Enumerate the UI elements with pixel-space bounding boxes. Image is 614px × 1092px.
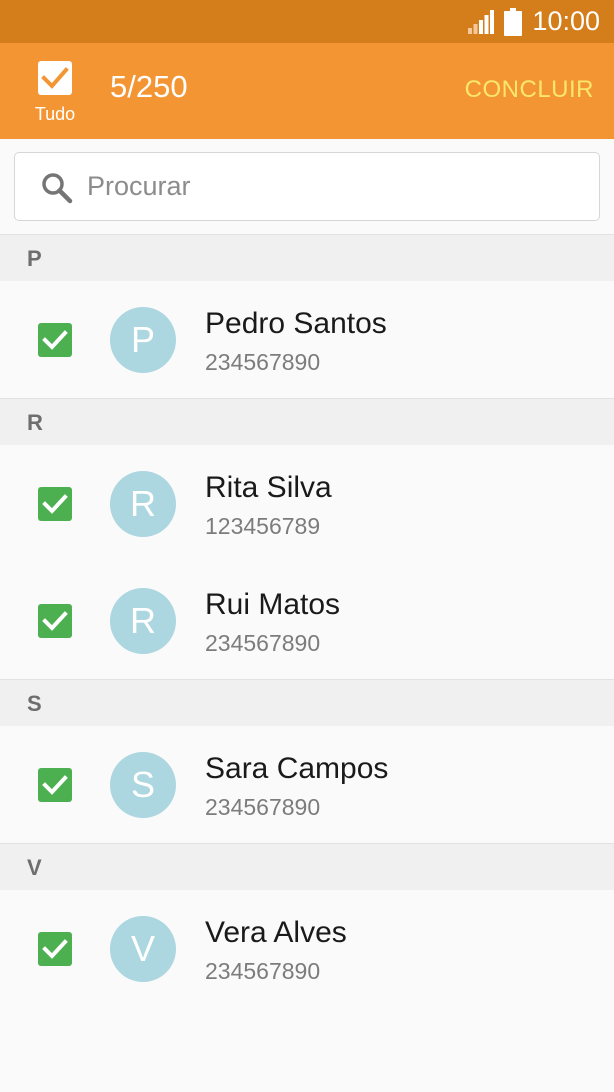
check-icon bbox=[38, 61, 72, 95]
contact-row[interactable]: S Sara Campos 234567890 bbox=[0, 726, 614, 843]
select-all-label: Tudo bbox=[34, 104, 76, 124]
section-header: V bbox=[0, 843, 614, 890]
battery-icon bbox=[504, 7, 523, 36]
search-icon bbox=[42, 173, 73, 204]
avatar: P bbox=[110, 307, 176, 373]
selection-count: 5/250 bbox=[110, 69, 188, 104]
section-letter: V bbox=[27, 855, 42, 880]
signal-icon bbox=[468, 9, 495, 34]
contact-name: Pedro Santos bbox=[205, 307, 387, 340]
contact-checkbox[interactable] bbox=[38, 768, 72, 802]
contact-row[interactable]: P Pedro Santos 234567890 bbox=[0, 281, 614, 398]
contact-list: P P Pedro Santos 234567890 R R Rita Silv… bbox=[0, 234, 614, 1007]
action-bar: Tudo 5/250 CONCLUIR bbox=[0, 43, 614, 139]
contact-checkbox[interactable] bbox=[38, 487, 72, 521]
search-bar bbox=[0, 139, 614, 234]
select-all-checkbox[interactable]: Tudo bbox=[30, 61, 80, 125]
status-bar: 10:00 bbox=[0, 0, 614, 43]
contact-checkbox[interactable] bbox=[38, 604, 72, 638]
section-header: R bbox=[0, 398, 614, 445]
avatar: S bbox=[110, 752, 176, 818]
contact-phone: 234567890 bbox=[205, 958, 321, 984]
contact-name: Rita Silva bbox=[205, 471, 332, 504]
contact-phone: 234567890 bbox=[205, 349, 321, 375]
status-icons: 10:00 bbox=[468, 0, 600, 43]
avatar: R bbox=[110, 588, 176, 654]
contact-phone: 123456789 bbox=[205, 513, 321, 539]
section-letter: S bbox=[27, 691, 42, 716]
contact-checkbox[interactable] bbox=[38, 932, 72, 966]
contact-name: Rui Matos bbox=[205, 588, 341, 621]
section-header: S bbox=[0, 679, 614, 726]
search-box[interactable] bbox=[14, 152, 600, 221]
contact-checkbox[interactable] bbox=[38, 323, 72, 357]
contact-name: Sara Campos bbox=[205, 752, 389, 785]
contact-row[interactable]: R Rui Matos 234567890 bbox=[0, 562, 614, 679]
contact-name: Vera Alves bbox=[205, 916, 347, 949]
section-header: P bbox=[0, 234, 614, 281]
contact-row[interactable]: V Vera Alves 234567890 bbox=[0, 890, 614, 1007]
clock: 10:00 bbox=[532, 6, 600, 36]
contact-row[interactable]: R Rita Silva 123456789 bbox=[0, 445, 614, 562]
section-letter: P bbox=[27, 246, 42, 271]
avatar: R bbox=[110, 471, 176, 537]
done-button[interactable]: CONCLUIR bbox=[465, 76, 594, 104]
section-letter: R bbox=[27, 410, 43, 435]
avatar: V bbox=[110, 916, 176, 982]
contact-phone: 234567890 bbox=[205, 630, 321, 656]
contact-phone: 234567890 bbox=[205, 794, 321, 820]
search-input[interactable] bbox=[85, 163, 589, 210]
